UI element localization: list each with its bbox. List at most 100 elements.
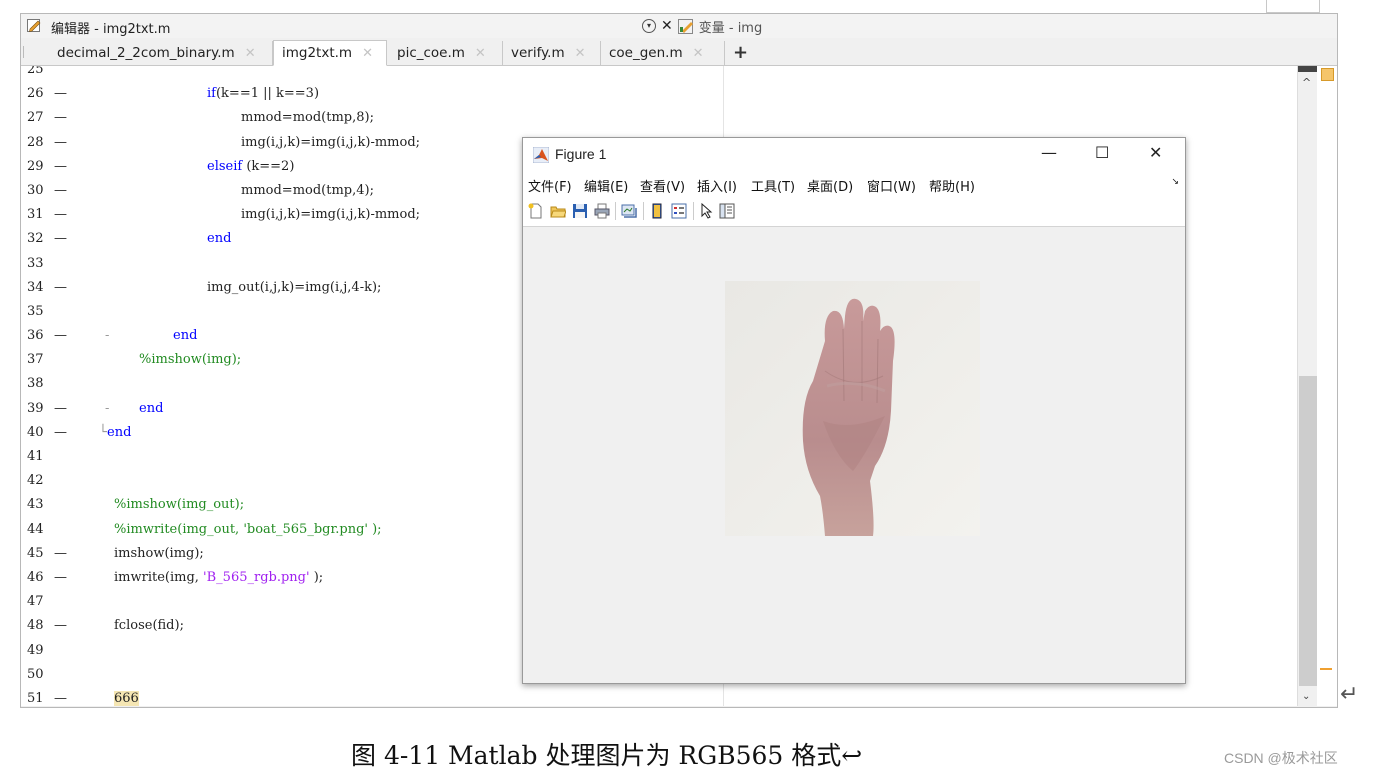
breakpoint-dash[interactable]: — <box>54 131 67 155</box>
tab-close-icon[interactable]: ✕ <box>362 46 373 61</box>
line-number: 25 <box>27 66 44 77</box>
keyword: end <box>139 400 164 416</box>
code-text: %imshow(img_out); <box>114 493 244 517</box>
menu-tools[interactable]: 工具(T) <box>751 176 795 195</box>
property-inspector-icon[interactable] <box>719 203 735 219</box>
code-token: imwrite(img, <box>114 569 204 585</box>
breakpoint-dash[interactable]: — <box>54 614 67 638</box>
line-number: 43 <box>27 497 44 513</box>
menu-file[interactable]: 文件(F) <box>528 176 572 195</box>
code-text: %imwrite(img_out, 'boat_565_bgr.png' ); <box>114 518 382 542</box>
menu-view[interactable]: 查看(V) <box>640 176 685 195</box>
new-figure-icon[interactable] <box>528 203 544 219</box>
breakpoint-dash[interactable]: — <box>54 566 67 590</box>
code-token: img_out(i,j,k)=img(i,j,4-k); <box>207 279 382 295</box>
breakpoint-dash[interactable]: — <box>54 687 67 706</box>
minimize-button[interactable]: — <box>1041 143 1057 162</box>
tab-close-icon[interactable]: ✕ <box>475 46 486 61</box>
tab-coe-gen[interactable]: coe_gen.m ✕ <box>601 41 725 65</box>
comment: %imwrite(img_out, 'boat_565_bgr.png' ); <box>114 521 382 537</box>
breakpoint-dash[interactable]: — <box>54 106 67 130</box>
fold-marker[interactable]: - <box>105 397 109 421</box>
breakpoint-dash[interactable]: — <box>54 227 67 251</box>
menu-help[interactable]: 帮助(H) <box>929 176 975 195</box>
breakpoint-dash[interactable]: — <box>54 542 67 566</box>
code-token: ); <box>309 569 324 585</box>
code-text: img(i,j,k)=img(i,j,k)-mmod; <box>241 131 420 155</box>
maximize-button[interactable]: ☐ <box>1095 143 1109 162</box>
keyword: elseif <box>207 158 243 174</box>
close-panel-icon[interactable]: ✕ <box>661 18 673 34</box>
breakpoint-dash[interactable]: — <box>54 82 67 106</box>
save-icon[interactable] <box>572 203 588 219</box>
code-token: mmod=mod(tmp,8); <box>241 110 374 126</box>
insert-colorbar-icon[interactable] <box>649 203 665 219</box>
figure-menubar: 文件(F) 编辑(E) 查看(V) 插入(I) 工具(T) 桌面(D) 窗口(W… <box>523 172 1185 196</box>
line-number: 37 <box>27 352 44 368</box>
menu-insert[interactable]: 插入(I) <box>697 176 737 195</box>
toolbar-separator <box>693 202 694 220</box>
line-number: 35 <box>27 303 44 319</box>
tab-close-icon[interactable]: ✕ <box>575 46 586 61</box>
code-token: (k==1 || k==3) <box>215 86 320 102</box>
breakpoint-dash[interactable]: — <box>54 203 67 227</box>
tab-decimal-2-2com-binary[interactable]: decimal_2_2com_binary.m ✕ <box>49 41 273 65</box>
insert-legend-icon[interactable] <box>671 203 687 219</box>
breakpoint-dash[interactable]: — <box>54 179 67 203</box>
figure-canvas[interactable] <box>523 227 1185 683</box>
code-text: end <box>107 421 131 445</box>
code-text: end <box>173 324 197 348</box>
code-token: img(i,j,k)=img(i,j,k)-mmod; <box>241 134 421 150</box>
figure-title: Figure 1 <box>555 146 607 162</box>
tab-close-icon[interactable]: ✕ <box>245 46 256 61</box>
figure-window: Figure 1 — ☐ ✕ 文件(F) 编辑(E) 查看(V) 插入(I) 工… <box>522 137 1186 684</box>
vertical-scrollbar[interactable]: ^ ⌄ <box>1297 66 1318 706</box>
link-plot-icon[interactable] <box>621 203 637 219</box>
fold-marker[interactable]: └ <box>99 421 107 445</box>
string-literal: 'B_565_rgb.png' <box>203 569 310 585</box>
tab-label: verify.m <box>511 45 565 61</box>
warning-marker[interactable] <box>1320 668 1332 670</box>
scroll-up-icon[interactable]: ^ <box>1302 76 1311 89</box>
open-file-icon[interactable] <box>550 203 566 219</box>
code-text: 666 <box>114 687 139 706</box>
keyword: if <box>207 86 216 102</box>
breakpoint-dash[interactable]: — <box>54 276 67 300</box>
scroll-thumb[interactable] <box>1299 376 1317 686</box>
code-token: imshow(img); <box>114 545 204 561</box>
line-number: 47 <box>27 594 44 610</box>
line-number: 41 <box>27 449 44 464</box>
breakpoint-dash[interactable]: — <box>54 324 67 348</box>
tab-close-icon[interactable]: ✕ <box>693 46 704 61</box>
variable-panel-title[interactable]: 变量 - img <box>699 17 762 36</box>
editor-tabbar: decimal_2_2com_binary.m ✕ img2txt.m ✕ pi… <box>21 38 1337 66</box>
keyword: end <box>107 424 132 440</box>
edit-plot-arrow-icon[interactable] <box>699 203 715 219</box>
figure-toolbar <box>523 196 1185 227</box>
dock-icon[interactable]: ↘ <box>1171 177 1179 187</box>
tab-label: coe_gen.m <box>609 45 683 61</box>
line-number: 33 <box>27 255 44 271</box>
menu-window[interactable]: 窗口(W) <box>867 176 916 195</box>
scroll-down-icon[interactable]: ⌄ <box>1302 691 1310 702</box>
breakpoint-dash[interactable]: — <box>54 421 67 445</box>
close-button[interactable]: ✕ <box>1149 143 1162 162</box>
code-text: img_out(i,j,k)=img(i,j,4-k); <box>207 276 381 300</box>
breakpoint-dash[interactable]: — <box>54 397 67 421</box>
comment: %imshow(img); <box>139 352 242 368</box>
menu-desktop[interactable]: 桌面(D) <box>807 176 853 195</box>
tab-img2txt[interactable]: img2txt.m ✕ <box>273 40 387 66</box>
keyword: end <box>173 328 198 344</box>
warning-indicator-icon[interactable] <box>1321 68 1334 81</box>
code-text: end <box>207 227 231 251</box>
add-tab-button[interactable]: + <box>733 42 748 63</box>
tab-pic-coe[interactable]: pic_coe.m ✕ <box>389 41 503 65</box>
fold-marker[interactable]: - <box>105 324 109 348</box>
figure-caption: 图 4-11 Matlab 处理图片为 RGB565 格式↩ <box>351 741 863 770</box>
tab-verify[interactable]: verify.m ✕ <box>503 41 601 65</box>
highlighted-text: 666 <box>114 690 139 706</box>
breakpoint-dash[interactable]: — <box>54 155 67 179</box>
panel-menu-icon[interactable]: ▾ <box>642 19 656 33</box>
menu-edit[interactable]: 编辑(E) <box>584 176 628 195</box>
print-icon[interactable] <box>594 203 610 219</box>
